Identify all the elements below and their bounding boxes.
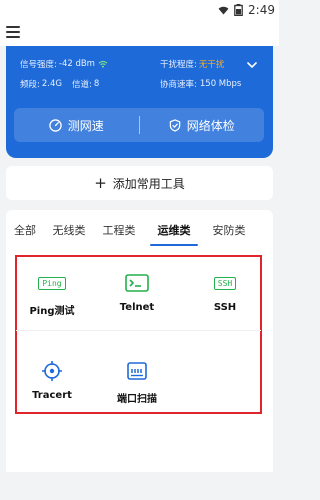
status-time: 2:49 xyxy=(248,3,275,17)
speed-test-button[interactable]: 测网速 xyxy=(14,108,139,142)
tab-security[interactable]: 安防类 xyxy=(204,222,254,238)
add-common-tool-label: 添加常用工具 xyxy=(112,176,185,191)
wifi-signal-icon xyxy=(98,60,108,68)
tools-panel: Ping Ping测试 Telnet SSH SSH Tracert 端口扫描 xyxy=(6,250,273,472)
speedometer-icon xyxy=(49,118,62,132)
signal-value: -42 dBm xyxy=(58,59,95,69)
interference-label: 干扰程度: xyxy=(160,60,197,70)
tool-ssh-label: SSH xyxy=(213,302,237,313)
interference-value: 无干扰 xyxy=(198,60,225,70)
speed-test-label: 测网速 xyxy=(67,118,104,133)
chevron-down-icon[interactable] xyxy=(247,60,257,70)
target-icon xyxy=(42,361,62,381)
tab-all[interactable]: 全部 xyxy=(6,222,44,238)
ssh-icon: SSH xyxy=(213,276,237,290)
tool-port-scan-label: 端口扫描 xyxy=(117,394,157,405)
channel-value: 8 xyxy=(93,79,100,89)
menu-icon[interactable] xyxy=(6,26,20,38)
channel-label: 信道: xyxy=(71,80,92,90)
ping-icon: Ping xyxy=(38,276,66,290)
signal-label: 信号强度: xyxy=(20,60,57,70)
tool-port-scan[interactable]: 端口扫描 xyxy=(102,358,172,405)
wifi-status-icon xyxy=(218,6,229,15)
network-check-label: 网络体检 xyxy=(186,118,235,133)
tool-ping-label: Ping测试 xyxy=(29,306,75,317)
interference-cell: 干扰程度: 无干扰 xyxy=(160,58,224,70)
status-bar: 2:49 xyxy=(0,0,279,20)
status-icons: 2:49 xyxy=(218,3,275,17)
tool-telnet[interactable]: Telnet xyxy=(102,270,172,313)
tool-ping[interactable]: Ping Ping测试 xyxy=(17,270,87,317)
rate-label: 协商速率: xyxy=(160,80,197,90)
plus-icon: + xyxy=(94,173,107,192)
tool-tracert[interactable]: Tracert xyxy=(17,358,87,401)
rate-value: 150 Mbps xyxy=(199,79,242,89)
info-row-band: 频段: 2.4G 信道: 8 协商速率: 150 Mbps xyxy=(20,78,241,90)
action-bar: 测网速 网络体检 xyxy=(14,108,264,142)
tab-operations[interactable]: 运维类 xyxy=(144,222,204,246)
band-label: 频段: xyxy=(20,80,40,90)
add-common-tool-button[interactable]: + 添加常用工具 xyxy=(6,166,273,200)
info-row-signal: 信号强度: -42 dBm 干扰程度: 无干扰 xyxy=(20,58,224,70)
battery-icon xyxy=(234,4,243,16)
tab-engineering[interactable]: 工程类 xyxy=(94,222,144,238)
row-divider xyxy=(16,330,261,331)
shield-check-icon xyxy=(169,118,180,132)
network-check-button[interactable]: 网络体检 xyxy=(140,108,265,142)
terminal-icon xyxy=(125,274,149,292)
rate-cell: 协商速率: 150 Mbps xyxy=(160,78,241,90)
tool-telnet-label: Telnet xyxy=(119,302,155,313)
app-bar xyxy=(0,20,279,46)
category-tabs: 全部 无线类 工程类 运维类 安防类 xyxy=(6,210,273,250)
tool-ssh[interactable]: SSH SSH xyxy=(190,270,260,313)
band-value: 2.4G xyxy=(41,79,62,89)
port-scan-icon xyxy=(127,362,147,380)
tool-tracert-label: Tracert xyxy=(32,390,72,401)
tab-wireless[interactable]: 无线类 xyxy=(44,222,94,238)
